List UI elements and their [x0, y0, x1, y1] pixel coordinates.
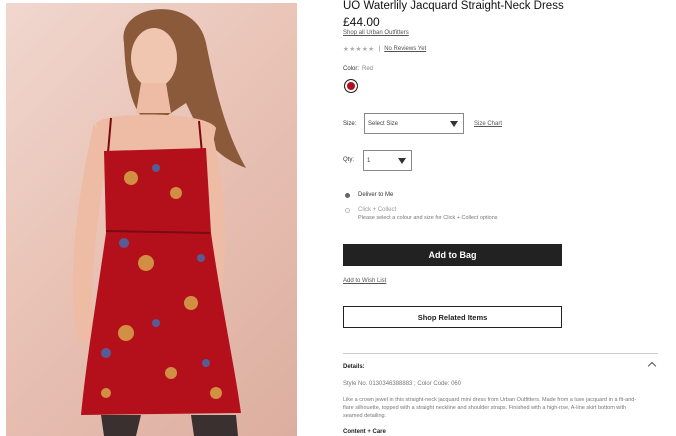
- size-select[interactable]: Select Size: [364, 113, 464, 134]
- color-row: Color: Red: [343, 66, 373, 72]
- shop-related-items-button[interactable]: Shop Related Items: [343, 306, 562, 328]
- size-label: Size:: [343, 121, 357, 127]
- deliver-radio[interactable]: [345, 192, 350, 198]
- product-price: £44.00: [343, 15, 380, 29]
- add-to-wish-list-link[interactable]: Add to Wish List: [343, 278, 386, 284]
- reviews-link[interactable]: No Reviews Yet: [384, 46, 426, 52]
- collect-label: Click + Collect: [358, 207, 397, 213]
- rating-stars: ★★★★★: [343, 46, 375, 53]
- product-image[interactable]: [6, 3, 297, 436]
- collect-radio[interactable]: [345, 207, 350, 213]
- content-care-heading[interactable]: Content + Care: [343, 429, 386, 435]
- divider: [343, 353, 658, 354]
- product-title: UO Waterlily Jacquard Straight-Neck Dres…: [343, 0, 564, 12]
- chevron-down-icon: [450, 120, 458, 127]
- qty-label: Qty:: [343, 157, 355, 163]
- click-collect-option[interactable]: Click + Collect: [345, 207, 396, 213]
- color-value: Red: [362, 66, 374, 72]
- shop-all-link[interactable]: Shop all Urban Outfitters: [343, 30, 409, 36]
- rating-row: ★★★★★ | No Reviews Yet: [343, 45, 426, 53]
- product-description: Like a crown jewel in this straight-neck…: [343, 397, 637, 419]
- size-chart-link[interactable]: Size Chart: [474, 121, 502, 127]
- deliver-to-me-option[interactable]: Deliver to Me: [345, 192, 393, 198]
- color-swatch-red[interactable]: [344, 79, 358, 93]
- style-number: Style No. 0130346388883 ; Color Code: 06…: [343, 381, 462, 387]
- rating-separator: |: [378, 46, 381, 52]
- chevron-up-icon[interactable]: [647, 361, 657, 371]
- details-heading[interactable]: Details:: [343, 364, 365, 370]
- deliver-label: Deliver to Me: [358, 192, 394, 198]
- color-label: Color:: [343, 66, 360, 72]
- qty-select-value: 1: [367, 157, 371, 164]
- add-to-bag-button[interactable]: Add to Bag: [343, 244, 562, 266]
- qty-select[interactable]: 1: [363, 150, 412, 171]
- size-select-value: Select Size: [368, 120, 399, 127]
- collect-note: Please select a colour and size for Clic…: [358, 215, 498, 221]
- chevron-down-icon: [398, 157, 406, 164]
